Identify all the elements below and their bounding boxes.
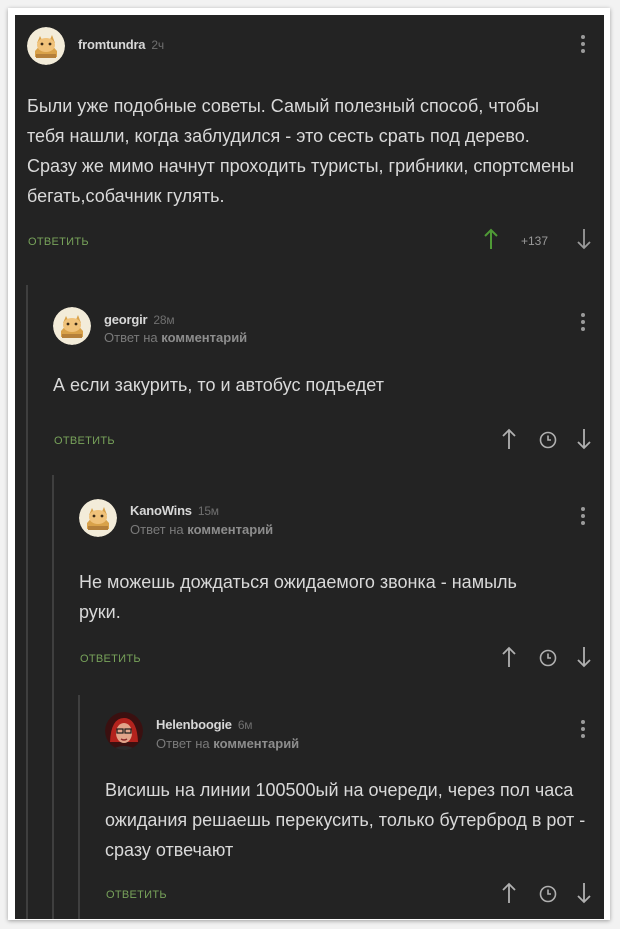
upvote-arrow-icon[interactable] — [501, 646, 517, 668]
reply-prefix: Ответ на — [156, 736, 210, 751]
upvote-arrow-icon[interactable] — [483, 228, 499, 250]
comments-screen: fromtundra 2ч Были уже подобные советы. С… — [15, 15, 604, 919]
thread-line[interactable] — [26, 285, 28, 919]
user-photo-avatar-icon — [105, 712, 143, 750]
username[interactable]: KanoWins 15м — [130, 503, 219, 518]
avatar[interactable] — [27, 27, 65, 65]
username-text[interactable]: Helenboogie — [156, 717, 232, 732]
comment-text: Были уже подобные советы. Самый полезный… — [27, 96, 575, 206]
username[interactable]: Helenboogie 6м — [156, 717, 253, 732]
more-menu-icon[interactable] — [579, 313, 587, 335]
clock-icon[interactable] — [538, 884, 558, 904]
reply-button[interactable]: ОТВЕТИТЬ — [80, 653, 141, 665]
username-text[interactable]: KanoWins — [130, 503, 192, 518]
reply-button[interactable]: ОТВЕТИТЬ — [106, 889, 167, 901]
comment-text: Не можешь дождаться ожидаемого звонка - … — [79, 572, 517, 622]
thread-line[interactable] — [78, 695, 80, 919]
downvote-arrow-icon[interactable] — [576, 882, 592, 904]
reply-target-link[interactable]: комментарий — [187, 522, 273, 537]
clock-icon[interactable] — [538, 430, 558, 450]
reply-to-label: Ответ на комментарий — [156, 736, 299, 751]
downvote-arrow-icon[interactable] — [576, 228, 592, 250]
rating-count: +137 — [521, 234, 549, 248]
username[interactable]: georgir 28м — [104, 312, 175, 327]
more-menu-icon[interactable] — [579, 35, 587, 57]
pikabu-cat-avatar-icon — [79, 499, 117, 537]
username[interactable]: fromtundra 2ч — [78, 37, 164, 52]
thread-line[interactable] — [52, 475, 54, 919]
reply-target-link[interactable]: комментарий — [213, 736, 299, 751]
comment-time: 15м — [197, 504, 219, 518]
upvote-arrow-icon[interactable] — [501, 428, 517, 450]
pikabu-cat-avatar-icon — [53, 307, 91, 345]
reply-prefix: Ответ на — [130, 522, 184, 537]
pikabu-cat-avatar-icon — [27, 27, 65, 65]
downvote-arrow-icon[interactable] — [576, 646, 592, 668]
reply-button[interactable]: ОТВЕТИТЬ — [54, 435, 115, 447]
more-menu-icon[interactable] — [579, 720, 587, 742]
comment-time: 2ч — [151, 38, 164, 52]
comment-time: 28м — [153, 313, 175, 327]
comment-text: Висишь на линии 100500ый на очереди, чер… — [105, 780, 586, 860]
avatar[interactable] — [53, 307, 91, 345]
username-text[interactable]: fromtundra — [78, 37, 146, 52]
clock-icon[interactable] — [538, 648, 558, 668]
reply-target-link[interactable]: комментарий — [161, 330, 247, 345]
comment: fromtundra 2ч Были уже подобные советы. С… — [15, 15, 604, 275]
avatar[interactable] — [105, 712, 143, 750]
reply-to-label: Ответ на комментарий — [104, 330, 247, 345]
avatar[interactable] — [79, 499, 117, 537]
comment-time: 6м — [237, 718, 253, 732]
username-text[interactable]: georgir — [104, 312, 148, 327]
comment-text: А если закурить, то и автобус подъедет — [53, 375, 384, 395]
reply-to-label: Ответ на комментарий — [130, 522, 273, 537]
upvote-arrow-icon[interactable] — [501, 882, 517, 904]
reply-button[interactable]: ОТВЕТИТЬ — [28, 236, 89, 248]
reply-prefix: Ответ на — [104, 330, 158, 345]
more-menu-icon[interactable] — [579, 507, 587, 529]
downvote-arrow-icon[interactable] — [576, 428, 592, 450]
